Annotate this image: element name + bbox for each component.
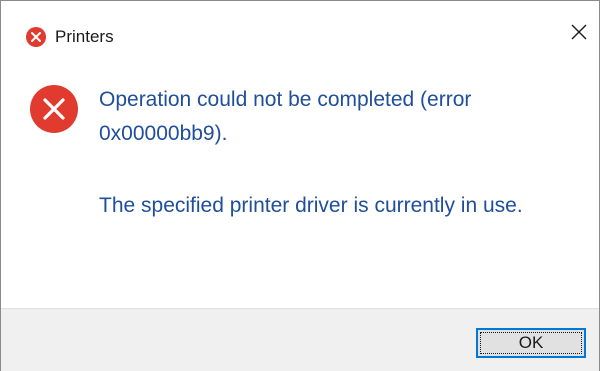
- button-bar: OK: [1, 308, 599, 371]
- close-icon: [571, 24, 587, 45]
- error-message: Operation could not be completed (error …: [99, 88, 472, 145]
- ok-button-label: OK: [518, 333, 544, 352]
- error-detail: The specified printer driver is currentl…: [99, 194, 523, 217]
- error-icon: [29, 84, 79, 134]
- title-bar[interactable]: Printers: [1, 1, 599, 53]
- window-title: Printers: [55, 27, 114, 46]
- printers-dialog: Printers Operation could not be complete…: [0, 0, 600, 371]
- ok-button[interactable]: OK: [476, 328, 586, 358]
- error-icon: [26, 27, 46, 47]
- dialog-content: Operation could not be completed (error …: [1, 53, 599, 307]
- close-button[interactable]: [559, 16, 599, 52]
